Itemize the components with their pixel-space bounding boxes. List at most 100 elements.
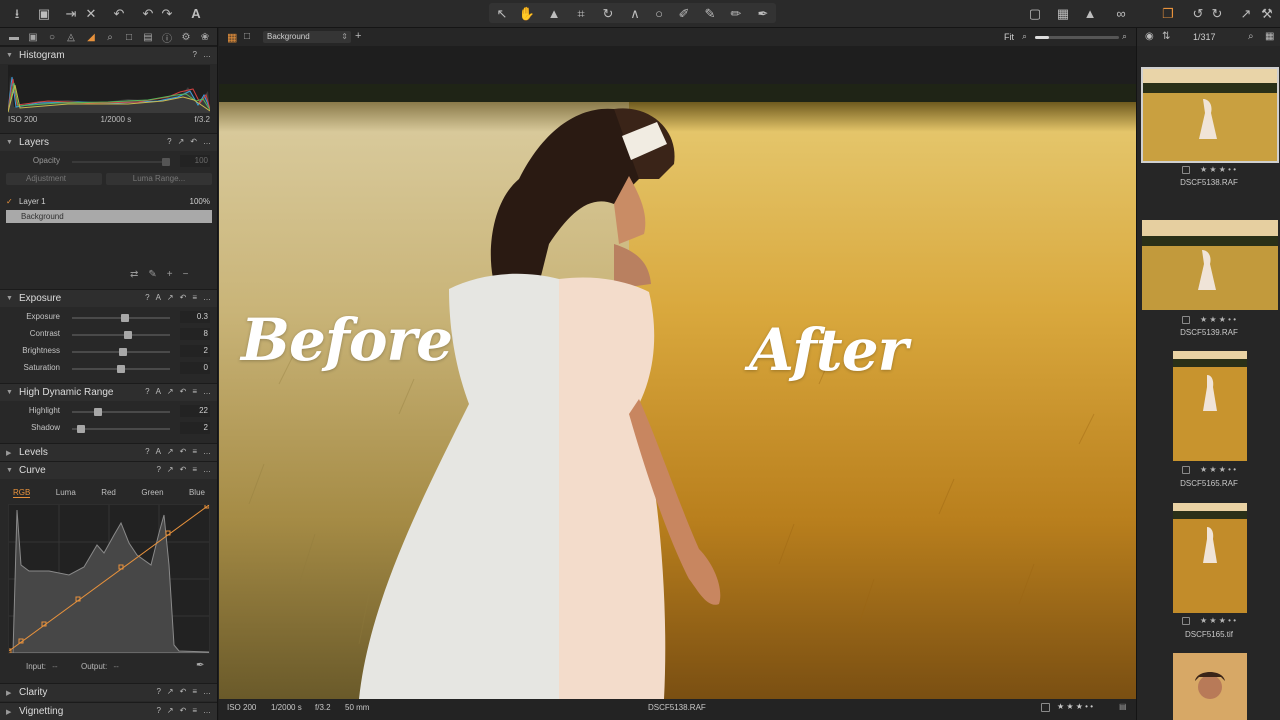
crop-icon[interactable]: ⌗	[572, 4, 590, 22]
shadow-value[interactable]: 2	[180, 422, 210, 434]
curve-header[interactable]: ▼ Curve ? ↗ ↶ ≡…	[0, 461, 217, 479]
brightness-knob[interactable]	[119, 348, 127, 356]
undo-back-icon[interactable]: ↶	[139, 4, 157, 22]
contrast-knob[interactable]	[124, 331, 132, 339]
reset-icon[interactable]: ↶	[180, 706, 187, 715]
opacity-slider[interactable]	[72, 158, 170, 166]
edit-icon[interactable]: ▢	[1026, 4, 1044, 22]
highlight-slider[interactable]	[72, 408, 170, 416]
status-rating[interactable]: ★ ★ ★ • •	[1057, 702, 1093, 711]
layer-row-layer1[interactable]: ✓ Layer 1 100%	[6, 195, 212, 208]
thumbnail-5[interactable]	[1173, 653, 1247, 720]
thumbnail-3-stars[interactable]: ★ ★ ★ • •	[1200, 465, 1236, 474]
menu-icon[interactable]: ≡	[192, 687, 197, 696]
vignetting-header[interactable]: ▶ Vignetting ? ↗ ↶ ≡…	[0, 702, 217, 720]
brightness-slider[interactable]	[72, 348, 170, 356]
rotate-left-icon[interactable]: ↺	[1189, 4, 1207, 22]
hand-icon[interactable]: ✋	[518, 4, 536, 22]
brightness-value[interactable]: 2	[180, 345, 210, 357]
metadata-tab-icon[interactable]: ⓘ	[160, 30, 174, 45]
hdr-header[interactable]: ▼ High Dynamic Range ? A ↗ ↶ ≡…	[0, 383, 217, 401]
zoom-out-icon[interactable]: ⌕	[1022, 31, 1027, 42]
menu-icon[interactable]: ≡	[192, 465, 197, 474]
close-icon[interactable]: ✕	[82, 4, 100, 22]
thumbnail-1-stars[interactable]: ★ ★ ★ • •	[1200, 165, 1236, 174]
help-icon[interactable]: ?	[193, 50, 197, 59]
reset-icon[interactable]: ↶	[180, 387, 187, 396]
copy-icon[interactable]: ↗	[167, 447, 174, 456]
help-icon[interactable]: ?	[167, 137, 171, 146]
reset-icon[interactable]: ↶	[180, 293, 187, 302]
remove-layer-icon[interactable]: −	[183, 269, 189, 280]
more-icon[interactable]: …	[203, 447, 211, 456]
exposure-knob[interactable]	[121, 314, 129, 322]
curve-tab-luma[interactable]: Luma	[56, 488, 76, 498]
eraser-icon[interactable]: ✏	[727, 4, 745, 22]
variant-select[interactable]: Background ⇕	[263, 31, 351, 43]
import-icon[interactable]: ⭳	[8, 4, 26, 22]
opacity-knob[interactable]	[162, 158, 170, 166]
shadow-knob[interactable]	[77, 425, 85, 433]
more-icon[interactable]: …	[203, 137, 211, 146]
add-variant-icon[interactable]: +	[355, 30, 361, 42]
saturation-knob[interactable]	[117, 365, 125, 373]
thumbnail-3[interactable]	[1173, 351, 1247, 461]
luma-range-button[interactable]: Luma Range...	[106, 173, 212, 185]
brush-icon[interactable]: ▲	[545, 4, 563, 22]
copy-icon[interactable]: ↗	[167, 293, 174, 302]
camera-icon[interactable]: ▣	[35, 4, 53, 22]
details-tab-icon[interactable]: ⌕	[103, 30, 117, 44]
shadow-slider[interactable]	[72, 425, 170, 433]
curve-tab-blue[interactable]: Blue	[189, 488, 205, 498]
levels-header[interactable]: ▶ Levels ? A ↗ ↶ ≡…	[0, 443, 217, 461]
circle-icon[interactable]: ○	[650, 4, 668, 22]
more-icon[interactable]: …	[203, 465, 211, 474]
saturation-value[interactable]: 0	[180, 362, 210, 374]
gradient-icon[interactable]: ✒	[754, 4, 772, 22]
text-tool-icon[interactable]: A	[187, 4, 205, 22]
layer-row-background[interactable]: Background	[6, 210, 212, 223]
grid-view-icon[interactable]: ▦	[1265, 31, 1274, 42]
reset-icon[interactable]: ↶	[190, 137, 197, 146]
thumbnail-4-checkbox[interactable]	[1181, 616, 1190, 625]
auto-icon[interactable]: A	[156, 293, 161, 302]
local-tab-icon[interactable]: □	[122, 30, 136, 44]
opacity-value[interactable]: 100	[180, 155, 210, 167]
contrast-slider[interactable]	[72, 331, 170, 339]
output-tab-icon[interactable]: ▤	[141, 30, 155, 44]
zoom-in-icon[interactable]: ⌕	[1122, 31, 1127, 42]
curve-tab-green[interactable]: Green	[141, 488, 163, 498]
help-icon[interactable]: ?	[156, 687, 160, 696]
batch-tab-icon[interactable]: ⚙	[179, 30, 193, 44]
tools-icon[interactable]: ⚒	[1258, 4, 1276, 22]
histogram-header[interactable]: ▼ Histogram ?…	[0, 46, 217, 64]
copy-icon[interactable]: ↗	[167, 706, 174, 715]
select-icon[interactable]: ↖	[493, 4, 511, 22]
arrow-icon[interactable]: ↗	[1237, 4, 1255, 22]
exposure-value[interactable]: 0.3	[180, 311, 210, 323]
keystone-icon[interactable]: ∧	[626, 4, 644, 22]
exposure-header[interactable]: ▼ Exposure ? A ↗ ↶ ≡…	[0, 289, 217, 307]
thumbnail-3-checkbox[interactable]	[1181, 465, 1190, 474]
saturation-slider[interactable]	[72, 365, 170, 373]
help-icon[interactable]: ?	[145, 387, 149, 396]
color-tab-icon[interactable]: ◬	[64, 30, 78, 44]
highlight-value[interactable]: 22	[180, 405, 210, 417]
curve-graph[interactable]	[6, 503, 210, 654]
photo-viewer[interactable]: Before After	[219, 84, 1136, 699]
exposure-slider[interactable]	[72, 314, 170, 322]
thumbnail-2-stars[interactable]: ★ ★ ★ • •	[1200, 315, 1236, 324]
picker-icon[interactable]: ✐	[675, 4, 693, 22]
more-icon[interactable]: …	[203, 50, 211, 59]
eye-icon[interactable]: ◉	[1145, 31, 1154, 42]
copy-icon[interactable]: ↗	[167, 465, 174, 474]
brush-icon[interactable]: ✎	[148, 269, 156, 280]
redo-icon[interactable]: ↷	[158, 4, 176, 22]
reset-icon[interactable]: ↶	[180, 687, 187, 696]
thumbnail-1[interactable]	[1141, 67, 1279, 163]
more-icon[interactable]: …	[203, 706, 211, 715]
single-view-icon[interactable]: □	[244, 31, 250, 42]
grid-icon[interactable]: ▦	[1054, 4, 1072, 22]
thumbnail-2[interactable]	[1142, 220, 1278, 310]
reset-icon[interactable]: ↶	[180, 465, 187, 474]
